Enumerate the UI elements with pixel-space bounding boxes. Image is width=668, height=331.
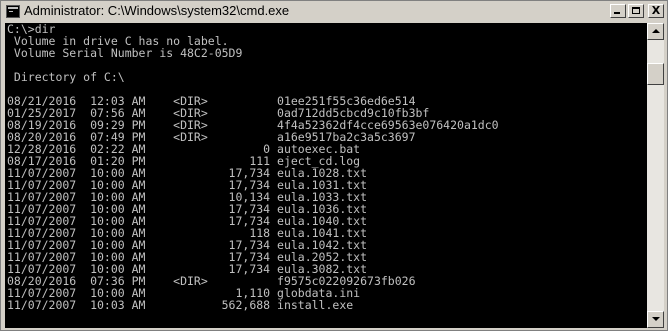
title-bar[interactable]: Administrator: C:\Windows\system32\cmd.e… [1, 1, 667, 22]
maximize-icon [632, 7, 640, 14]
cmd-window: Administrator: C:\Windows\system32\cmd.e… [0, 0, 668, 331]
arrow-down-icon [652, 317, 660, 321]
window-title: Administrator: C:\Windows\system32\cmd.e… [24, 3, 290, 18]
console-icon[interactable] [6, 5, 20, 18]
console-output[interactable]: C:\>dir Volume in drive C has no label. … [5, 23, 647, 328]
close-button[interactable]: X [648, 4, 664, 18]
arrow-up-icon [652, 29, 660, 33]
maximize-button[interactable] [628, 4, 644, 18]
scroll-up-button[interactable] [647, 23, 664, 40]
close-icon: X [651, 4, 661, 17]
minimize-icon [614, 12, 620, 14]
console-line: Volume Serial Number is 48C2-05D9 [7, 46, 243, 60]
minimize-button[interactable] [610, 4, 626, 18]
console-line: Directory of C:\ [7, 70, 125, 84]
scrollbar-thumb[interactable] [647, 63, 664, 85]
vertical-scrollbar[interactable] [647, 23, 664, 328]
console-line: 11/07/2007 10:03 AM 562,688 install.exe [7, 298, 354, 312]
scroll-down-button[interactable] [647, 311, 664, 328]
